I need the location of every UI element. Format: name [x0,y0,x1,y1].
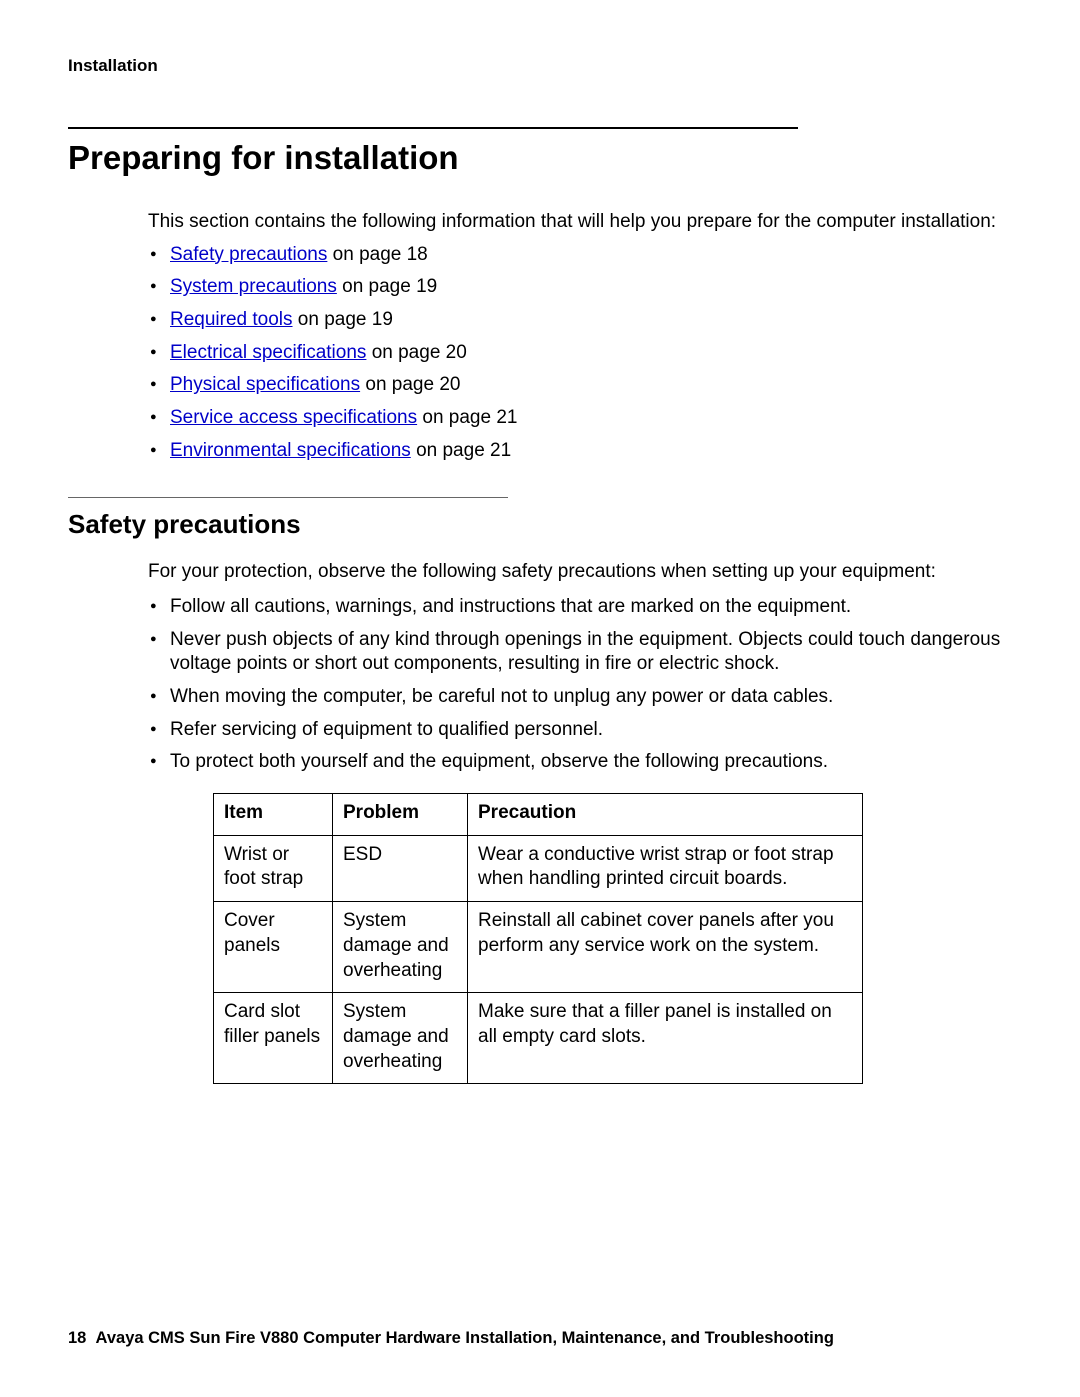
cell-problem: System damage and overheating [333,902,468,993]
title-rule [68,127,798,129]
list-item: Follow all cautions, warnings, and instr… [148,595,1012,620]
doc-title: Avaya CMS Sun Fire V880 Computer Hardwar… [96,1329,834,1347]
toc-suffix: on page 21 [411,440,511,461]
toc-item: Safety precautions on page 18 [148,243,1012,268]
intro-text: This section contains the following info… [148,210,1012,235]
precautions-table: Item Problem Precaution Wrist or foot st… [213,793,863,1084]
table-row: Cover panels System damage and overheati… [214,902,863,993]
toc-item: Physical specifications on page 20 [148,373,1012,398]
cell-problem: System damage and overheating [333,993,468,1084]
toc-item: Environmental specifications on page 21 [148,439,1012,464]
toc-item: Required tools on page 19 [148,308,1012,333]
cell-problem: ESD [333,835,468,901]
running-header: Installation [68,55,1012,77]
cell-item: Cover panels [214,902,333,993]
safety-list: Follow all cautions, warnings, and instr… [148,595,1012,775]
cell-precaution: Wear a conductive wrist strap or foot st… [468,835,863,901]
cell-precaution: Reinstall all cabinet cover panels after… [468,902,863,993]
toc-suffix: on page 21 [417,407,517,428]
toc-suffix: on page 18 [327,244,427,265]
toc-suffix: on page 19 [337,276,437,297]
toc-item: System precautions on page 19 [148,275,1012,300]
section-heading: Safety precautions [68,508,1012,542]
toc-link[interactable]: Service access specifications [170,407,417,428]
table-row: Wrist or foot strap ESD Wear a conductiv… [214,835,863,901]
list-item: To protect both yourself and the equipme… [148,750,1012,775]
toc-suffix: on page 20 [366,342,466,363]
toc-link[interactable]: Environmental specifications [170,440,411,461]
toc-item: Service access specifications on page 21 [148,406,1012,431]
toc-link[interactable]: System precautions [170,276,337,297]
th-item: Item [214,794,333,836]
toc-item: Electrical specifications on page 20 [148,341,1012,366]
list-item: Never push objects of any kind through o… [148,628,1012,677]
cell-precaution: Make sure that a filler panel is install… [468,993,863,1084]
table-row: Card slot filler panels System damage an… [214,993,863,1084]
th-problem: Problem [333,794,468,836]
list-item: Refer servicing of equipment to qualifie… [148,718,1012,743]
th-precaution: Precaution [468,794,863,836]
safety-intro: For your protection, observe the followi… [148,560,1012,585]
toc-link[interactable]: Safety precautions [170,244,327,265]
toc-link[interactable]: Required tools [170,309,293,330]
cell-item: Card slot filler panels [214,993,333,1084]
toc-link[interactable]: Physical specifications [170,374,360,395]
section-rule [68,497,508,498]
cell-item: Wrist or foot strap [214,835,333,901]
page-title: Preparing for installation [68,137,1012,180]
page-number: 18 [68,1329,86,1347]
toc-list: Safety precautions on page 18 System pre… [148,243,1012,464]
toc-suffix: on page 19 [293,309,393,330]
list-item: When moving the computer, be careful not… [148,685,1012,710]
page-footer: 18 Avaya CMS Sun Fire V880 Computer Hard… [68,1328,834,1349]
toc-link[interactable]: Electrical specifications [170,342,366,363]
toc-suffix: on page 20 [360,374,460,395]
